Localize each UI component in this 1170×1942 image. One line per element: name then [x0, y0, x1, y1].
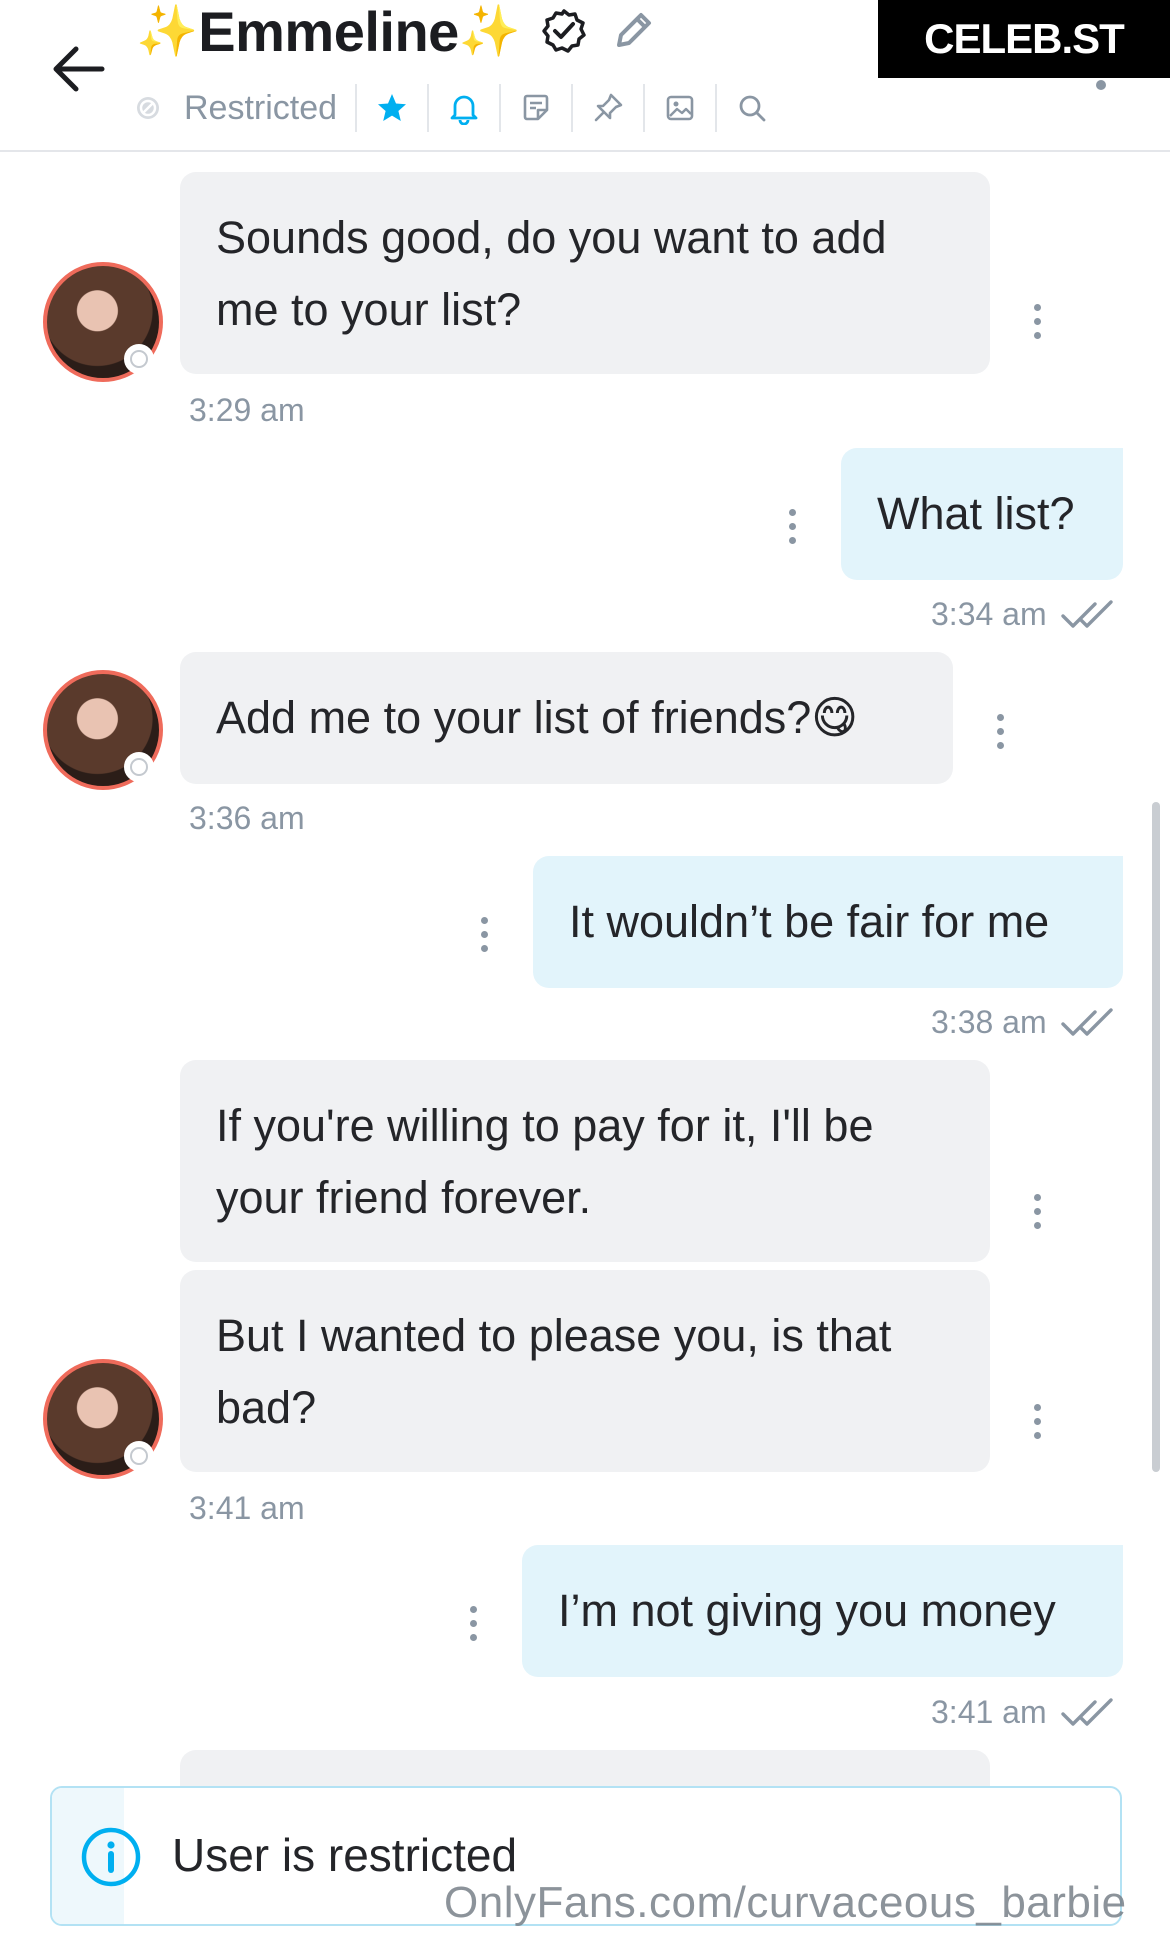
message-bubble-outgoing[interactable]: It wouldn’t be fair for me — [533, 856, 1123, 988]
message-bubble-outgoing[interactable]: I’m not giving you money — [522, 1545, 1123, 1677]
message-bubble-incoming[interactable]: But I wanted to please you, is that bad? — [180, 1270, 990, 1472]
message-options-icon[interactable] — [993, 712, 1007, 752]
notifications-button[interactable] — [429, 80, 499, 136]
search-icon — [739, 95, 766, 122]
message-time: 3:29 am — [189, 392, 305, 428]
chat-title-row: ✨ Emmeline ✨ — [136, 0, 657, 64]
contact-name[interactable]: Emmeline — [198, 0, 459, 64]
info-icon — [81, 1827, 141, 1887]
image-icon — [666, 95, 694, 121]
message-bubble-incoming[interactable]: If you're willing to pay for it, I'll be… — [180, 1060, 990, 1262]
message-time: 3:41 am — [931, 1694, 1047, 1730]
message-options-icon[interactable] — [1030, 1402, 1044, 1442]
message-bubble-outgoing[interactable]: What list? — [841, 448, 1123, 580]
star-icon — [378, 94, 407, 121]
chat-toolbar: Restricted — [134, 80, 787, 136]
message-options-icon[interactable] — [466, 1604, 480, 1644]
edit-pencil-icon[interactable] — [609, 7, 657, 55]
double-check-icon — [1061, 1008, 1113, 1036]
scrollbar[interactable] — [1152, 802, 1160, 1472]
favorite-button[interactable] — [357, 80, 427, 136]
message-time: 3:36 am — [189, 800, 305, 836]
avatar-status-icon — [124, 752, 154, 782]
double-check-icon — [1061, 600, 1113, 628]
message-bubble-incoming[interactable]: Add me to your list of friends?😋 — [180, 652, 953, 784]
brand-logo: CELEB.ST — [878, 0, 1170, 78]
verified-badge-icon — [542, 9, 586, 53]
message-options-icon[interactable] — [1030, 302, 1044, 342]
double-check-icon — [1061, 1698, 1113, 1726]
restricted-notice-text: User is restricted — [172, 1829, 518, 1881]
restricted-icon — [137, 97, 159, 119]
message-time: 3:34 am — [931, 596, 1047, 632]
sparkle-emoji: ✨ — [458, 3, 522, 59]
message-bubble-incoming[interactable]: Sounds good, do you want to add me to yo… — [180, 172, 990, 374]
avatar-status-icon — [124, 344, 154, 374]
message-time: 3:38 am — [931, 1004, 1047, 1040]
note-icon — [523, 94, 549, 121]
pinned-button[interactable] — [573, 80, 643, 136]
restricted-status: Restricted — [184, 88, 338, 127]
sparkle-emoji: ✨ — [136, 3, 199, 59]
bell-icon — [450, 95, 478, 125]
watermark: OnlyFans.com/curvaceous_barbie — [444, 1878, 1127, 1927]
chat-header: ✨ Emmeline ✨ Restricted CELEB.ST — [0, 0, 1170, 152]
avatar-status-icon — [124, 1441, 154, 1471]
message-options-icon[interactable] — [1030, 1192, 1044, 1232]
pin-icon — [594, 93, 623, 122]
more-options-icon[interactable] — [1096, 80, 1106, 90]
media-button[interactable] — [645, 80, 715, 136]
back-arrow-icon[interactable] — [44, 34, 114, 104]
message-time: 3:41 am — [189, 1490, 305, 1526]
message-options-icon[interactable] — [785, 507, 799, 547]
message-list[interactable]: Sounds good, do you want to add me to yo… — [0, 152, 1170, 1942]
notes-button[interactable] — [501, 80, 571, 136]
search-button[interactable] — [717, 80, 787, 136]
message-options-icon[interactable] — [477, 915, 491, 955]
